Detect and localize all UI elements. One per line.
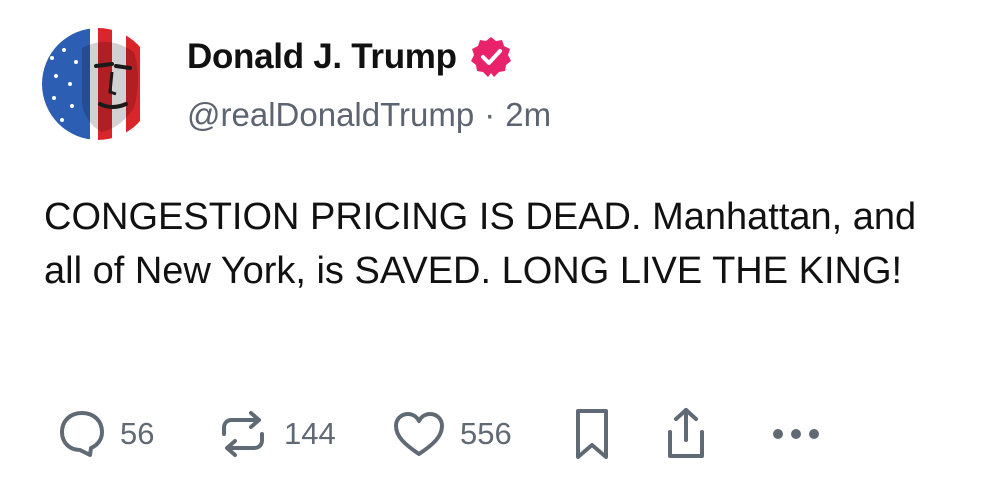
handle-row: @realDonaldTrump · 2m [187, 96, 551, 134]
avatar-image [42, 28, 154, 140]
like-count: 556 [460, 416, 512, 451]
more-icon [773, 429, 819, 439]
action-bar: 56 144 556 [58, 406, 958, 462]
display-name[interactable]: Donald J. Trump [187, 37, 457, 77]
repost-icon [222, 411, 264, 457]
heart-icon [394, 412, 444, 456]
bookmark-icon [576, 409, 608, 459]
separator: · [484, 96, 496, 133]
author-name-row: Donald J. Trump [187, 34, 513, 80]
post-text: CONGESTION PRICING IS DEAD. Manhattan, a… [44, 196, 917, 292]
reply-icon [60, 411, 104, 457]
verified-badge-icon [470, 37, 511, 77]
post-card: Donald J. Trump @realDonaldTrump · 2m CO… [0, 0, 1000, 488]
handle[interactable]: @realDonaldTrump [187, 96, 474, 134]
avatar[interactable] [42, 28, 154, 140]
more-options-button[interactable] [770, 406, 822, 462]
repost-button[interactable]: 144 [216, 406, 336, 462]
reply-count: 56 [120, 416, 155, 451]
share-icon [668, 408, 704, 458]
reply-button[interactable]: 56 [58, 406, 154, 462]
repost-count: 144 [284, 416, 336, 451]
share-button[interactable] [662, 406, 710, 462]
bookmark-button[interactable] [572, 406, 612, 462]
like-button[interactable]: 556 [392, 406, 512, 462]
timestamp[interactable]: 2m [505, 96, 551, 134]
